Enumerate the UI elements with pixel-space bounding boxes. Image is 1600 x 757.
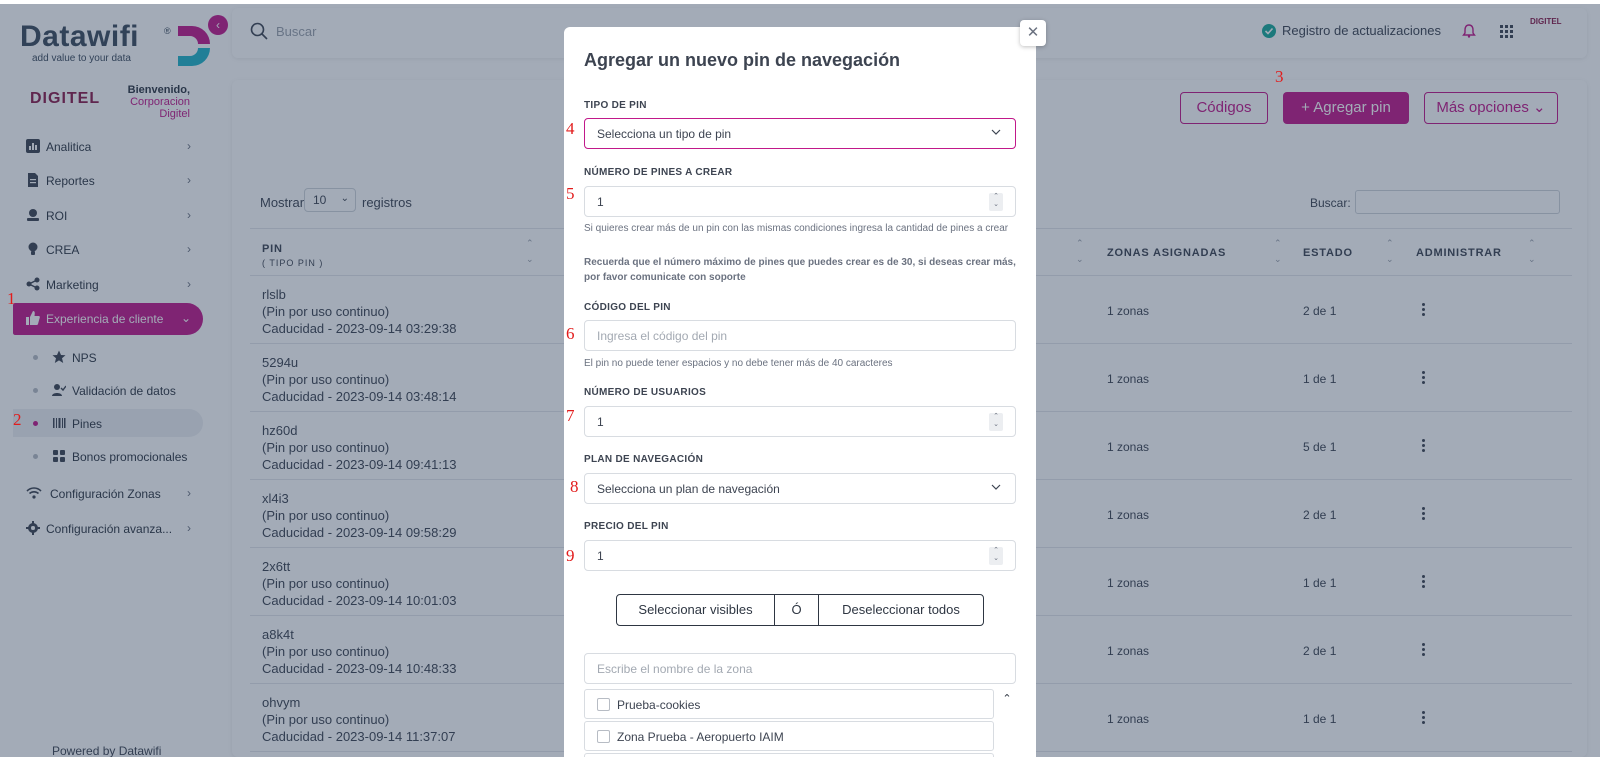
pin-type-label: TIPO DE PIN [584, 100, 647, 111]
pin-code-help: El pin no puede tener espacios y no debe… [584, 358, 893, 369]
add-pin-modal: Agregar un nuevo pin de navegación TIPO … [564, 27, 1036, 757]
pin-count-label: NÚMERO DE PINES A CREAR [584, 167, 733, 178]
annotation-marker: 6 [566, 324, 575, 343]
zone-search-input[interactable]: Escribe el nombre de la zona [584, 653, 1016, 684]
price-value: 1 [597, 549, 604, 563]
pin-count-help: Si quieres crear más de un pin con las m… [584, 223, 1009, 234]
annotation-marker: 8 [570, 477, 579, 496]
zone-option[interactable]: Zona Prueba - Aeropuerto IAIM [584, 721, 994, 751]
or-separator: Ó [775, 595, 819, 625]
price-label: PRECIO DEL PIN [584, 521, 669, 532]
chevron-down-icon [991, 484, 1001, 490]
pin-count-value: 1 [597, 195, 604, 209]
number-stepper-icon[interactable]: ⌃ ⌄ [989, 413, 1003, 431]
annotation-marker: 1 [7, 289, 16, 308]
annotation-marker: 3 [1275, 67, 1284, 86]
annotation-marker: 2 [13, 410, 22, 429]
annotation-marker: 7 [566, 406, 575, 425]
number-stepper-icon[interactable]: ⌃ ⌄ [989, 547, 1003, 565]
zone-option[interactable]: Prueba-cookies [584, 689, 994, 719]
number-stepper-icon[interactable]: ⌃ ⌄ [989, 193, 1003, 211]
pin-count-input[interactable]: 1 ⌃ ⌄ [584, 186, 1016, 217]
zone-option-partial[interactable] [584, 753, 994, 757]
annotation-marker: 9 [566, 546, 575, 565]
users-input[interactable]: 1 ⌃ ⌄ [584, 406, 1016, 437]
chevron-down-icon [991, 129, 1001, 135]
deselect-all-button[interactable]: Deseleccionar todos [819, 595, 983, 625]
plan-label: PLAN DE NAVEGACIÓN [584, 454, 704, 465]
close-icon[interactable]: ✕ [1020, 20, 1046, 46]
zone-label: Prueba-cookies [617, 698, 701, 712]
zone-checkbox[interactable] [597, 698, 610, 711]
scroll-up-icon[interactable]: ⌃ [998, 689, 1016, 709]
annotation-marker: 4 [566, 119, 575, 138]
price-input[interactable]: 1 ⌃ ⌄ [584, 540, 1016, 571]
users-value: 1 [597, 415, 604, 429]
pin-type-value: Selecciona un tipo de pin [597, 127, 732, 141]
pin-type-select[interactable]: Selecciona un tipo de pin [584, 118, 1016, 149]
plan-select[interactable]: Selecciona un plan de navegación [584, 473, 1016, 504]
zone-checkbox[interactable] [597, 730, 610, 743]
zone-selection-buttons: Seleccionar visibles Ó Deseleccionar tod… [616, 594, 984, 626]
plan-value: Selecciona un plan de navegación [597, 482, 780, 496]
users-label: NÚMERO DE USUARIOS [584, 387, 707, 398]
modal-title: Agregar un nuevo pin de navegación [584, 50, 901, 70]
zone-label: Zona Prueba - Aeropuerto IAIM [617, 730, 784, 744]
select-visible-button[interactable]: Seleccionar visibles [617, 595, 775, 625]
pin-count-note: Recuerda que el número máximo de pines q… [584, 257, 1016, 283]
pin-code-label: CÓDIGO DEL PIN [584, 302, 671, 313]
annotation-marker: 5 [566, 184, 575, 203]
pin-code-input[interactable]: Ingresa el código del pin [584, 320, 1016, 351]
